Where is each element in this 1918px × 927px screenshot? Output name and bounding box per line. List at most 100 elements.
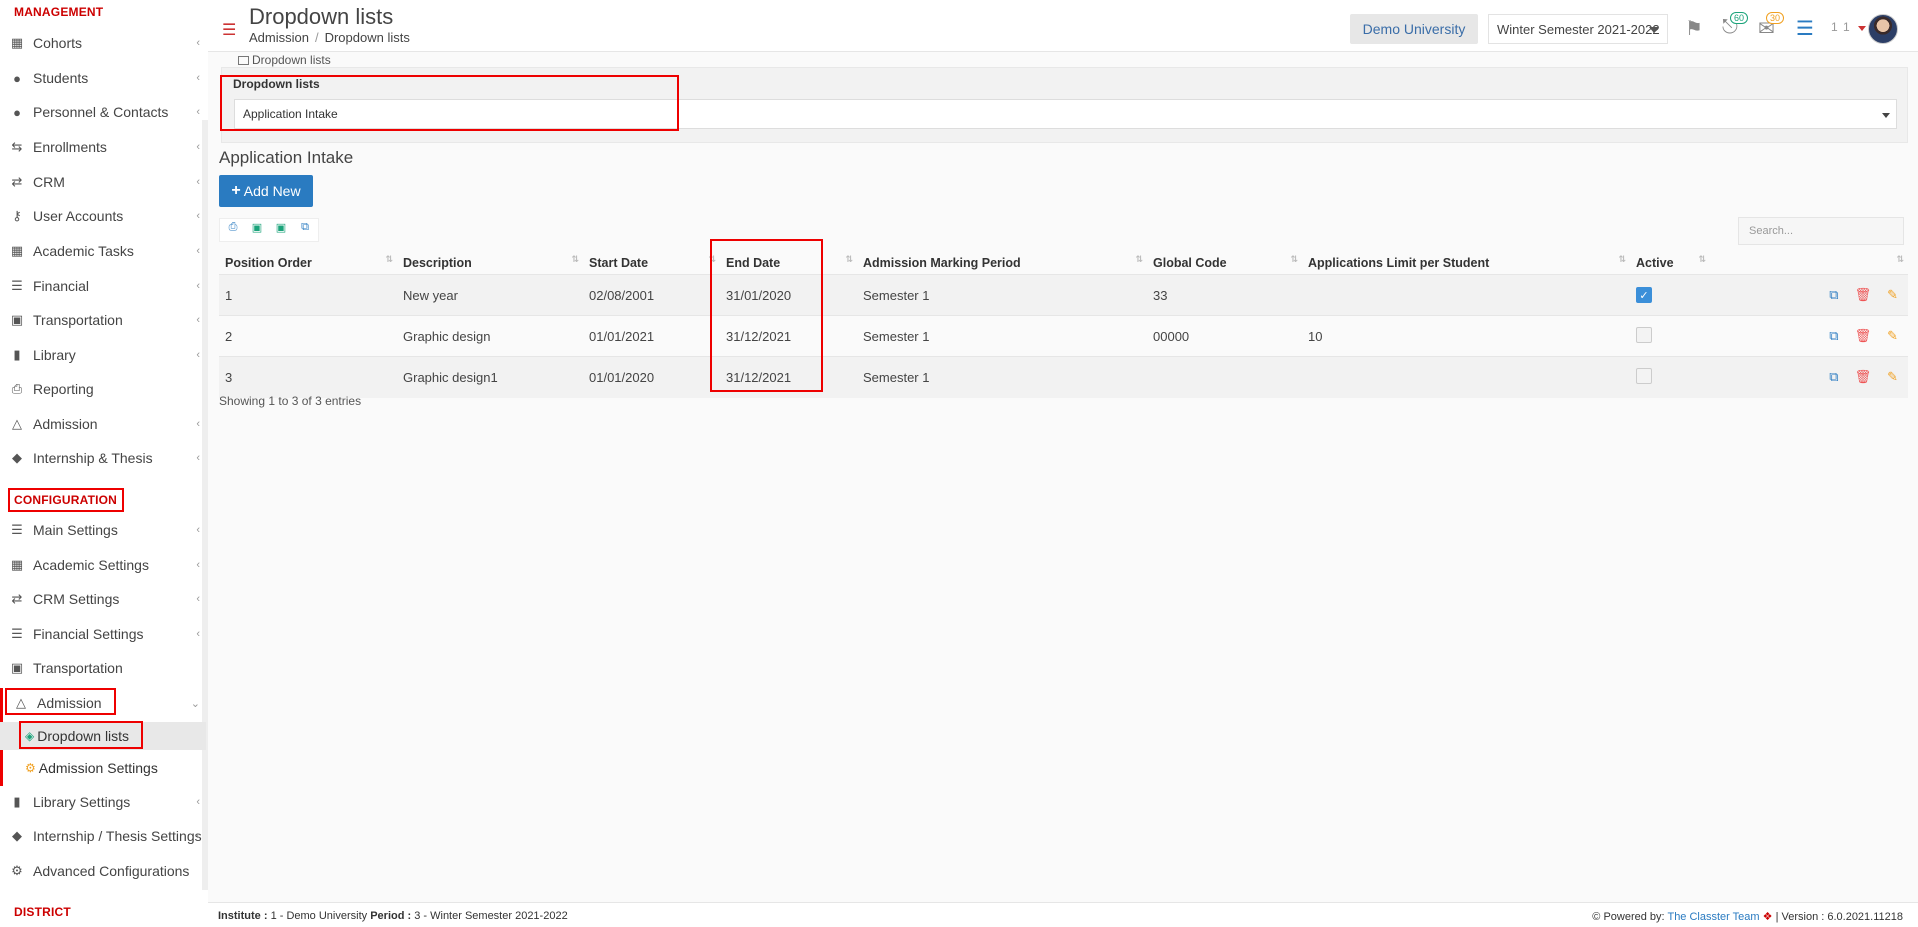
active-checkbox[interactable]: ✓	[1636, 287, 1652, 304]
footer-context: Institute : 1 - Demo University Period :…	[218, 910, 568, 922]
sidebar-item-main-settings[interactable]: ☰ Main Settings ‹	[0, 516, 206, 544]
footer-credits: © Powered by: The Classter Team ❖ | Vers…	[1592, 911, 1903, 923]
cell-description: New year	[397, 274, 583, 316]
cell-global-code	[1147, 356, 1302, 398]
column-header[interactable]: Applications Limit per Student ⇅	[1302, 248, 1630, 275]
chevron-left-icon: ‹	[196, 349, 200, 361]
cell-start-date: 02/08/2001	[583, 274, 720, 316]
sidebar-item-transportation-settings[interactable]: ▣ Transportation	[0, 654, 206, 682]
bus-icon: ▣	[10, 660, 24, 675]
column-header[interactable]: ⇅	[1710, 248, 1908, 275]
copy-icon[interactable]: ⧉	[1829, 328, 1838, 344]
layers-icon[interactable]: ☰	[1796, 16, 1814, 41]
active-checkbox[interactable]	[1636, 367, 1652, 384]
column-header[interactable]: End Date ⇅	[720, 248, 857, 275]
copyright-icon: ©	[1592, 911, 1601, 923]
table-row[interactable]: 2 Graphic design 01/01/2021 31/12/2021 S…	[219, 315, 1908, 357]
printer-icon: ⎙	[11, 381, 23, 396]
sidebar-item-reporting[interactable]: ⎙ Reporting	[0, 375, 206, 403]
sort-icon: ⇅	[1290, 254, 1298, 264]
column-header[interactable]: Position Order ⇅	[219, 248, 397, 275]
cube-icon: ◆	[12, 828, 22, 843]
sidebar-item-financial-settings[interactable]: ☰ Financial Settings ‹	[0, 620, 206, 648]
flag-icon[interactable]: ⚑	[1685, 16, 1703, 41]
chevron-left-icon: ‹	[196, 141, 200, 153]
table-row[interactable]: 1 New year 02/08/2001 31/01/2020 Semeste…	[219, 274, 1908, 316]
chevron-left-icon: ‹	[196, 210, 200, 222]
print-icon[interactable]: ⎙	[224, 221, 242, 239]
sort-icon: ⇅	[708, 254, 716, 264]
powered-by-link[interactable]: The Classter Team	[1667, 911, 1759, 923]
pencil-icon[interactable]: ✎	[1887, 369, 1898, 385]
arrows-icon: ⇆	[11, 139, 23, 154]
sort-icon: ⇅	[1135, 254, 1143, 264]
pencil-icon[interactable]: ✎	[1887, 328, 1898, 344]
excel-icon[interactable]: ▣	[248, 221, 266, 239]
user-info[interactable]: 1 1	[1831, 20, 1851, 34]
breadcrumb: Admission / Dropdown lists	[249, 30, 410, 45]
avatar[interactable]	[1868, 14, 1898, 44]
sidebar-item-academic-tasks[interactable]: ▦ Academic Tasks ‹	[0, 237, 206, 265]
search-input[interactable]: Search...	[1738, 217, 1904, 245]
cell-limit: 10	[1302, 315, 1630, 357]
column-header[interactable]: Description ⇅	[397, 248, 583, 275]
trash-icon[interactable]: 🗑	[1855, 328, 1872, 344]
trash-icon[interactable]: 🗑	[1855, 369, 1872, 385]
chevron-down-icon: ⌄	[190, 698, 200, 710]
sidebar-item-cohorts[interactable]: ▦ Cohorts ‹	[0, 29, 206, 57]
column-header[interactable]: Start Date ⇅	[583, 248, 720, 275]
copy-icon[interactable]: ⧉	[1829, 287, 1838, 303]
chevron-left-icon: ‹	[196, 452, 200, 464]
sidebar-item-crm[interactable]: ⇄ CRM ‹	[0, 168, 206, 196]
active-checkbox[interactable]	[1636, 326, 1652, 343]
chevron-left-icon: ‹	[196, 72, 200, 84]
sidebar-item-library-settings[interactable]: ▮ Library Settings ‹	[0, 788, 206, 816]
coins-icon: ☰	[11, 626, 23, 641]
chevron-left-icon: ‹	[196, 280, 200, 292]
breadcrumb-item[interactable]: Dropdown lists	[325, 30, 410, 45]
sidebar-item-academic-settings[interactable]: ▦ Academic Settings ‹	[0, 551, 206, 579]
sidebar-item-user-accounts[interactable]: ⚷ User Accounts ‹	[0, 202, 206, 230]
sidebar-item-personnel[interactable]: ● Personnel & Contacts ‹	[0, 98, 206, 126]
cell-actions: ⧉ 🗑 ✎	[1710, 315, 1908, 357]
sidebar-item-admission-config[interactable]: △ Admission ⌄	[0, 689, 206, 717]
table-row[interactable]: 3 Graphic design1 01/01/2020 31/12/2021 …	[219, 356, 1908, 398]
breadcrumb-item[interactable]: Admission	[249, 30, 309, 45]
column-header[interactable]: Admission Marking Period ⇅	[857, 248, 1147, 275]
notifications-badge: 60	[1730, 12, 1749, 24]
sidebar-item-crm-settings[interactable]: ⇄ CRM Settings ‹	[0, 585, 206, 613]
cell-actions: ⧉ 🗑 ✎	[1710, 274, 1908, 316]
copy-icon[interactable]: ⧉	[296, 221, 314, 239]
sidebar-item-internship-settings[interactable]: ◆ Internship / Thesis Settings ‹	[0, 822, 206, 850]
column-header[interactable]: Active ⇅	[1630, 248, 1710, 275]
csv-icon[interactable]: ▣	[272, 221, 290, 239]
caret-down-icon[interactable]	[1858, 26, 1866, 31]
menu-toggle-icon[interactable]: ☰	[222, 20, 236, 40]
sliders-icon: ☰	[11, 522, 23, 537]
sidebar-item-internship[interactable]: ◆ Internship & Thesis ‹	[0, 444, 206, 472]
sidebar-item-admission-settings[interactable]: ⚙ Admission Settings	[0, 754, 206, 782]
column-header[interactable]: Global Code ⇅	[1147, 248, 1302, 275]
semester-select[interactable]: Winter Semester 2021-2022	[1488, 14, 1668, 44]
sidebar-item-transportation[interactable]: ▣ Transportation ‹	[0, 306, 206, 334]
sidebar-item-admission[interactable]: △ Admission ‹	[0, 410, 206, 438]
dropdown-list-select[interactable]: Application Intake	[234, 99, 1897, 129]
sidebar-item-financial[interactable]: ☰ Financial ‹	[0, 272, 206, 300]
messages-badge: 30	[1766, 12, 1785, 24]
sidebar-item-students[interactable]: ● Students ‹	[0, 64, 206, 92]
copy-icon[interactable]: ⧉	[1829, 369, 1838, 385]
sort-icon: ⇅	[1896, 254, 1904, 264]
cell-end-date: 31/01/2020	[720, 274, 857, 316]
pencil-icon[interactable]: ✎	[1887, 287, 1898, 303]
cell-period: Semester 1	[857, 274, 1147, 316]
university-button[interactable]: Demo University	[1350, 14, 1478, 44]
sidebar-item-dropdown-lists[interactable]: ◈ Dropdown lists	[0, 722, 206, 750]
tab-dropdown-lists[interactable]: Dropdown lists	[238, 53, 331, 67]
sidebar-item-library[interactable]: ▮ Library ‹	[0, 341, 206, 369]
add-new-button[interactable]: + Add New	[219, 175, 313, 207]
sidebar-item-enrollments[interactable]: ⇆ Enrollments ‹	[0, 133, 206, 161]
trash-icon[interactable]: 🗑	[1855, 287, 1872, 303]
sort-icon: ⇅	[1698, 254, 1706, 264]
key-icon: ⚷	[12, 208, 22, 223]
sidebar-item-advanced-configurations[interactable]: ⚙ Advanced Configurations	[0, 857, 206, 885]
